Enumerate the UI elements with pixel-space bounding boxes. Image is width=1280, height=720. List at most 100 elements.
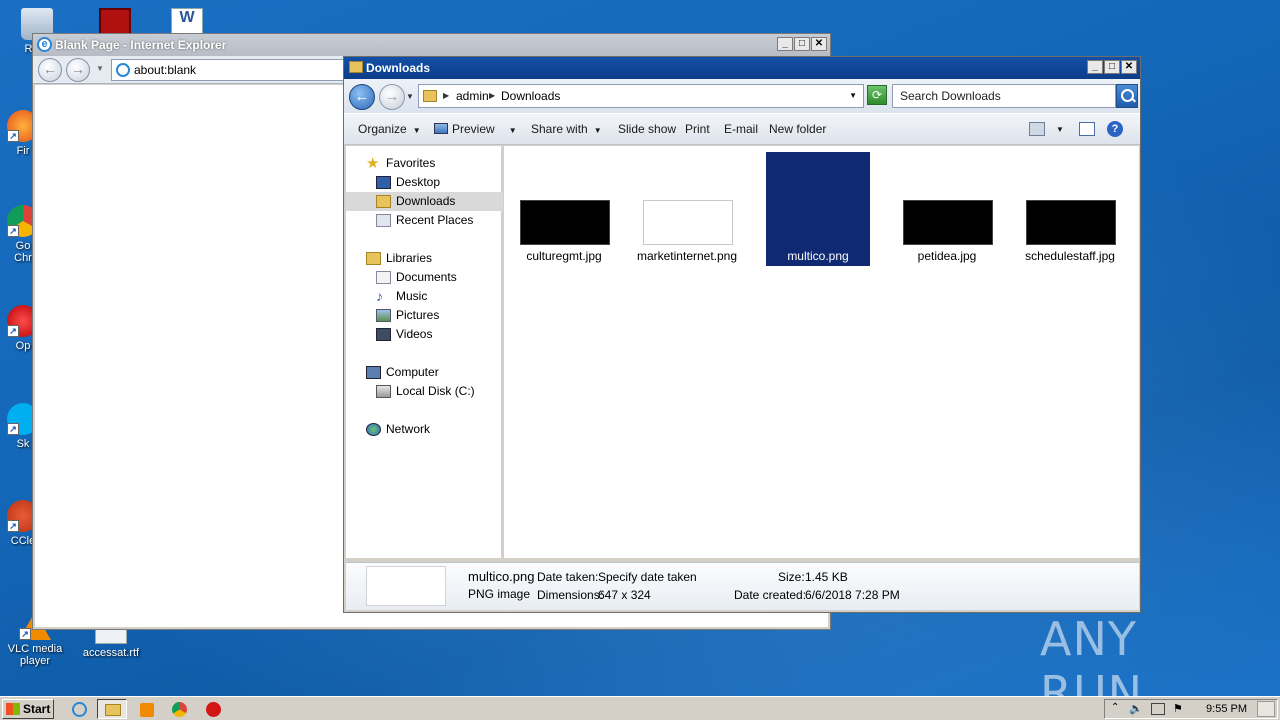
- search-icon[interactable]: [1116, 84, 1138, 108]
- show-hidden-icons-icon[interactable]: ⌃: [1111, 702, 1119, 713]
- desktop-icon-label: accessat.rtf: [82, 647, 140, 659]
- slide-show-button[interactable]: Slide show: [618, 114, 676, 145]
- chevron-down-icon: ▼: [412, 126, 421, 135]
- details-filetype: PNG image: [468, 587, 531, 601]
- selected-file-thumbnail: [366, 566, 446, 606]
- nav-pictures[interactable]: Pictures: [346, 306, 503, 325]
- forward-icon[interactable]: →: [379, 84, 405, 110]
- nav-documents[interactable]: Documents: [346, 268, 503, 287]
- file-item-selected[interactable]: multico.png: [766, 152, 870, 266]
- date-taken-value[interactable]: Specify date taken: [598, 570, 697, 584]
- refresh-icon[interactable]: ⟳: [867, 85, 887, 105]
- file-item[interactable]: culturegmt.jpg: [512, 152, 616, 266]
- explorer-body: ★ Favorites Desktop Downloads Recent Pla…: [346, 146, 1139, 558]
- print-button[interactable]: Print: [685, 114, 710, 145]
- ie-address-bar[interactable]: about:blank: [111, 59, 371, 81]
- taskbar-explorer[interactable]: [97, 699, 127, 719]
- desktop-icon-label: Op: [15, 340, 31, 352]
- desktop-icon-label: Fir: [16, 145, 30, 157]
- breadcrumb-arrow-icon[interactable]: ▶: [489, 85, 495, 107]
- file-item[interactable]: marketinternet.png: [635, 152, 739, 266]
- breadcrumb-arrow-icon[interactable]: ▶: [443, 85, 449, 107]
- details-pane: multico.png PNG image Date taken: Specif…: [346, 562, 1139, 610]
- folder-icon: [423, 90, 437, 102]
- desktop-icon-label-line2: player: [20, 655, 50, 667]
- minimize-button[interactable]: _: [777, 37, 793, 51]
- file-item[interactable]: schedulestaff.jpg: [1018, 152, 1122, 266]
- date-created-value: 6/6/2018 7:28 PM: [805, 588, 900, 602]
- forward-icon[interactable]: →: [66, 58, 90, 82]
- close-button[interactable]: ✕: [1121, 60, 1137, 74]
- nav-music[interactable]: ♪ Music: [346, 287, 503, 306]
- nav-label: Libraries: [386, 251, 433, 265]
- organize-label: Organize: [358, 122, 407, 136]
- nav-favorites[interactable]: ★ Favorites: [346, 154, 503, 173]
- explorer-titlebar[interactable]: Downloads _ □ ✕: [344, 57, 1140, 79]
- chevron-down-icon: ▼: [593, 126, 602, 135]
- chrome-icon: [172, 702, 187, 717]
- file-list: culturegmt.jpg marketinternet.png multic…: [507, 146, 1139, 558]
- folder-icon: [105, 704, 121, 716]
- dimensions-value: 647 x 324: [598, 588, 651, 602]
- organize-button[interactable]: Organize ▼: [358, 114, 421, 146]
- explorer-address-bar[interactable]: ▶ admin ▶ Downloads ▼: [418, 84, 864, 108]
- start-button[interactable]: Start: [2, 699, 54, 719]
- share-with-button[interactable]: Share with ▼: [531, 114, 602, 146]
- share-with-label: Share with: [531, 122, 588, 136]
- breadcrumb-downloads[interactable]: Downloads: [501, 85, 560, 107]
- help-icon[interactable]: ?: [1107, 121, 1123, 137]
- nav-label: Videos: [396, 327, 433, 341]
- back-icon[interactable]: ←: [349, 84, 375, 110]
- views-icon[interactable]: [1029, 122, 1045, 136]
- file-item[interactable]: petidea.jpg: [895, 152, 999, 266]
- maximize-button[interactable]: □: [794, 37, 810, 51]
- star-icon: ★: [366, 155, 380, 172]
- recent-places-icon: [376, 214, 391, 227]
- size-value: 1.45 KB: [805, 570, 848, 584]
- chevron-down-icon[interactable]: ▼: [96, 64, 104, 73]
- close-button[interactable]: ✕: [811, 37, 827, 51]
- taskbar-media-player[interactable]: [131, 699, 161, 719]
- new-folder-button[interactable]: New folder: [769, 114, 826, 145]
- nav-local-disk[interactable]: Local Disk (C:): [346, 382, 503, 401]
- preview-button[interactable]: Preview ▼: [434, 114, 517, 146]
- preview-pane-icon[interactable]: [1079, 122, 1095, 136]
- search-input[interactable]: Search Downloads: [892, 84, 1116, 108]
- volume-icon[interactable]: 🔈: [1129, 702, 1143, 715]
- windows-logo-icon: [6, 703, 20, 715]
- nav-desktop[interactable]: Desktop: [346, 173, 503, 192]
- minimize-button[interactable]: _: [1087, 60, 1103, 74]
- date-created-label: Date created:: [734, 588, 807, 602]
- recent-pages-dropdown-icon[interactable]: ▼: [406, 92, 414, 101]
- email-button[interactable]: E-mail: [724, 114, 758, 145]
- nav-videos[interactable]: Videos: [346, 325, 503, 344]
- file-name: multico.png: [787, 249, 849, 263]
- desktop-icon-label: Sk: [16, 438, 30, 450]
- taskbar-stop[interactable]: [198, 699, 228, 719]
- folder-icon: [349, 61, 363, 73]
- explorer-window[interactable]: Downloads _ □ ✕ ← → ▼ ▶ admin ▶ Download…: [343, 56, 1141, 613]
- network-status-icon[interactable]: [1151, 703, 1165, 715]
- size-label: Size:: [778, 570, 805, 584]
- nav-libraries[interactable]: Libraries: [346, 249, 503, 268]
- breadcrumb-admin[interactable]: admin: [456, 85, 489, 107]
- explorer-toolbar: Organize ▼ Preview ▼ Share with ▼ Slide sho…: [344, 113, 1140, 145]
- taskbar-ie[interactable]: [64, 699, 94, 719]
- nav-downloads[interactable]: Downloads: [346, 192, 503, 211]
- nav-recent-places[interactable]: Recent Places: [346, 211, 503, 230]
- desktop-icon-label: Go: [15, 240, 31, 252]
- nav-label: Local Disk (C:): [396, 384, 475, 398]
- maximize-button[interactable]: □: [1104, 60, 1120, 74]
- action-center-flag-icon[interactable]: ⚑: [1173, 702, 1183, 715]
- back-icon[interactable]: ←: [38, 58, 62, 82]
- show-desktop-button[interactable]: [1257, 701, 1275, 717]
- ie-titlebar[interactable]: e Blank Page - Internet Explorer _ □ ✕: [33, 34, 830, 56]
- chevron-down-icon[interactable]: ▼: [1056, 114, 1064, 145]
- nav-label: Downloads: [396, 194, 456, 208]
- nav-computer[interactable]: Computer: [346, 363, 503, 382]
- nav-label: Pictures: [396, 308, 440, 322]
- chevron-down-icon[interactable]: ▼: [849, 85, 857, 107]
- clock[interactable]: 9:55 PM: [1206, 700, 1247, 718]
- nav-network[interactable]: Network: [346, 420, 503, 439]
- taskbar-chrome[interactable]: [164, 699, 194, 719]
